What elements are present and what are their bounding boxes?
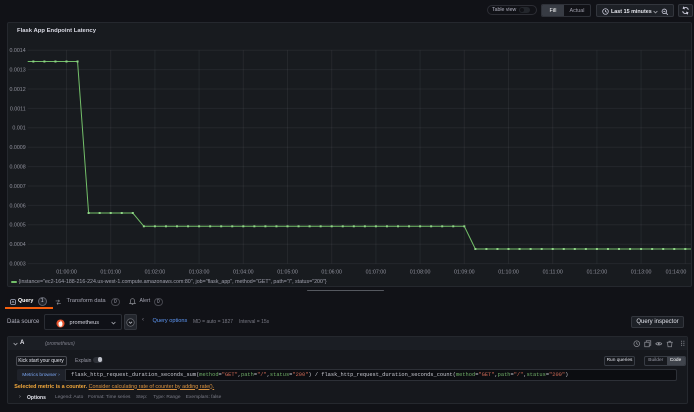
svg-text:0.001: 0.001 — [12, 126, 25, 132]
svg-text:01:07:00: 01:07:00 — [366, 270, 387, 276]
svg-text:0.0005: 0.0005 — [9, 223, 25, 229]
svg-text:0.0014: 0.0014 — [9, 48, 25, 54]
svg-text:01:05:00: 01:05:00 — [277, 270, 298, 276]
svg-text:01:12:00: 01:12:00 — [587, 270, 608, 276]
svg-text:0.0012: 0.0012 — [9, 87, 25, 93]
svg-text:01:10:00: 01:10:00 — [498, 270, 519, 276]
svg-text:0.0009: 0.0009 — [9, 145, 25, 151]
svg-text:0.0007: 0.0007 — [9, 184, 25, 190]
svg-text:0.0006: 0.0006 — [9, 203, 25, 209]
svg-text:0.0011: 0.0011 — [10, 106, 26, 112]
svg-text:01:06:00: 01:06:00 — [321, 270, 342, 276]
svg-text:01:08:00: 01:08:00 — [410, 270, 431, 276]
svg-text:01:13:00: 01:13:00 — [631, 270, 652, 276]
svg-text:0.0003: 0.0003 — [9, 262, 25, 268]
svg-text:01:14:00: 01:14:00 — [666, 270, 687, 276]
svg-text:01:03:00: 01:03:00 — [189, 270, 210, 276]
svg-text:01:01:00: 01:01:00 — [100, 270, 121, 276]
svg-text:0.0008: 0.0008 — [9, 165, 25, 171]
svg-text:0.0004: 0.0004 — [9, 242, 25, 248]
svg-text:01:09:00: 01:09:00 — [454, 270, 475, 276]
svg-text:0.0013: 0.0013 — [9, 68, 25, 74]
svg-text:01:02:00: 01:02:00 — [145, 270, 166, 276]
svg-text:01:11:00: 01:11:00 — [543, 270, 563, 276]
svg-text:01:04:00: 01:04:00 — [233, 270, 254, 276]
svg-text:01:00:00: 01:00:00 — [56, 270, 77, 276]
